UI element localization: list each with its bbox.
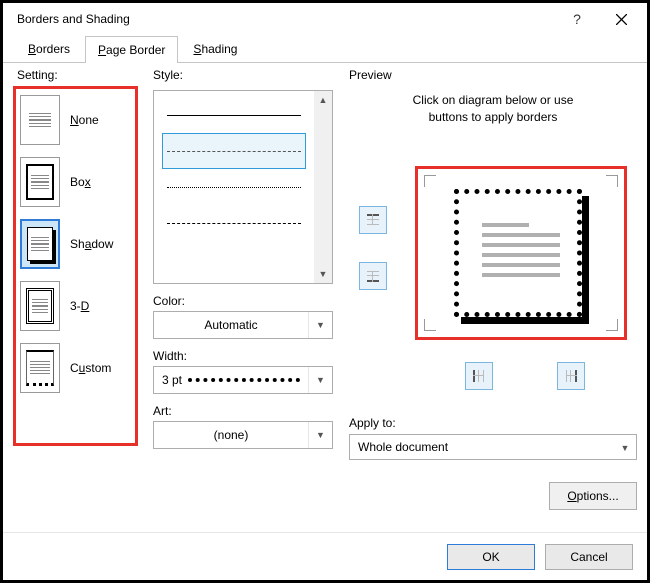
setting-custom[interactable]: Custom [16,337,135,399]
style-scrollbar[interactable]: ▲ ▼ [314,91,332,283]
border-bottom-icon [365,268,381,284]
style-item-dash[interactable] [162,133,306,169]
style-items [154,91,314,283]
setting-label: 3-D [70,299,89,313]
border-left-icon [471,368,487,384]
tab-page-border[interactable]: Page Border [85,36,178,63]
color-label: Color: [153,294,333,308]
width-value: 3 pt [162,373,182,387]
apply-to-row: Apply to: Whole document ▼ [349,416,637,460]
setting-none-thumb [20,95,60,145]
style-column: ▲ ▼ Color: Automatic ▼ Width: 3 pt ▼ Art… [153,86,333,449]
setting-box[interactable]: Box [16,151,135,213]
chevron-down-icon: ▼ [614,440,636,454]
scroll-up-icon[interactable]: ▲ [314,91,332,109]
ok-button[interactable]: OK [447,544,535,570]
scroll-down-icon[interactable]: ▼ [314,265,332,283]
options-button[interactable]: Options... [549,482,637,510]
border-right-button[interactable] [557,362,585,390]
setting-label: Box [70,175,91,189]
apply-to-combo[interactable]: Whole document ▼ [349,434,637,460]
close-button[interactable] [599,4,643,34]
preview-side-buttons [359,206,387,290]
tab-shading[interactable]: Shading [180,35,250,62]
close-icon [616,14,627,25]
setting-label: None [70,113,99,127]
tab-borders[interactable]: Borders [15,35,83,62]
preview-stage[interactable] [415,166,627,340]
settings-label: Setting: [17,68,58,82]
width-line-sample [188,378,300,382]
preview-label: Preview [349,68,392,82]
preview-page [454,189,582,317]
dialog-footer: OK Cancel [3,532,647,580]
setting-none[interactable]: None [16,89,135,151]
chevron-down-icon: ▼ [308,312,332,338]
setting-shadow-thumb [20,219,60,269]
chevron-down-icon: ▼ [308,422,332,448]
style-item-dotted[interactable] [162,169,306,205]
dialog-body: Setting: None Box Shadow 3-D Custom [13,68,637,528]
apply-to-label: Apply to: [349,416,637,430]
setting-box-thumb [20,157,60,207]
style-item-solid[interactable] [162,97,306,133]
color-value: Automatic [154,318,308,332]
art-label: Art: [153,404,333,418]
setting-3d-thumb [20,281,60,331]
dialog-window: Borders and Shading ? Borders Page Borde… [0,0,650,583]
art-combo[interactable]: (none) ▼ [153,421,333,449]
color-combo[interactable]: Automatic ▼ [153,311,333,339]
titlebar: Borders and Shading ? [3,3,647,35]
art-value: (none) [154,428,308,442]
border-left-button[interactable] [465,362,493,390]
preview-hint: Click on diagram below or use buttons to… [349,92,637,126]
width-label: Width: [153,349,333,363]
settings-column: None Box Shadow 3-D Custom [13,86,138,446]
setting-label: Shadow [70,237,113,251]
setting-label: Custom [70,361,111,375]
border-top-icon [365,212,381,228]
preview-column: Click on diagram below or use buttons to… [349,86,637,528]
preview-bottom-buttons [465,362,585,390]
apply-to-value: Whole document [358,440,448,454]
border-right-icon [563,368,579,384]
help-button[interactable]: ? [555,4,599,34]
border-bottom-button[interactable] [359,262,387,290]
cancel-button[interactable]: Cancel [545,544,633,570]
style-item-dash-wide[interactable] [162,205,306,241]
setting-3d[interactable]: 3-D [16,275,135,337]
style-listbox[interactable]: ▲ ▼ [153,90,333,284]
chevron-down-icon: ▼ [308,367,332,393]
setting-shadow[interactable]: Shadow [16,213,135,275]
width-combo[interactable]: 3 pt ▼ [153,366,333,394]
setting-custom-thumb [20,343,60,393]
tabstrip: Borders Page Border Shading [3,35,647,63]
border-top-button[interactable] [359,206,387,234]
style-label: Style: [153,68,183,82]
window-title: Borders and Shading [17,12,555,26]
